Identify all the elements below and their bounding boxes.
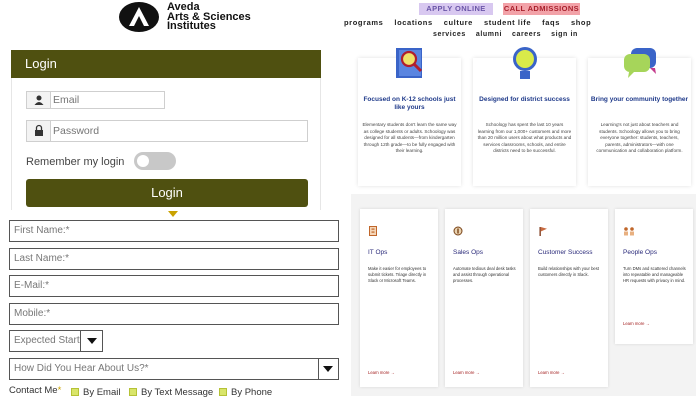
contact-me-label: Contact Me* bbox=[9, 385, 61, 396]
ops-card-people: People Ops Turn DMs and scattered channe… bbox=[615, 209, 693, 344]
apply-online-button[interactable]: APPLY ONLINE bbox=[419, 3, 493, 15]
login-body: Remember my login Login bbox=[11, 78, 321, 210]
ops-link-customer[interactable]: Learn more → bbox=[538, 370, 565, 375]
login-button[interactable]: Login bbox=[26, 179, 308, 207]
remember-toggle[interactable] bbox=[134, 152, 176, 170]
login-title: Login bbox=[11, 50, 321, 78]
secondary-nav: services alumni careers sign in bbox=[433, 31, 578, 38]
ops-title-people: People Ops bbox=[623, 249, 657, 256]
nav-services[interactable]: services bbox=[433, 31, 466, 38]
expected-start-select[interactable]: Expected Start Y bbox=[9, 330, 103, 352]
contact-me-text: Contact Me bbox=[9, 385, 58, 396]
chat-bubbles-icon bbox=[622, 46, 658, 85]
feature-card-k12: Focused on K-12 schools just like yours … bbox=[358, 48, 461, 186]
feature-body-district: Schoology has spent the last 10 years le… bbox=[477, 122, 572, 153]
nav-alumni[interactable]: alumni bbox=[476, 31, 502, 38]
contact-email-label: By Email bbox=[83, 387, 121, 398]
nav-programs[interactable]: programs bbox=[344, 18, 383, 27]
hear-about-arrow bbox=[318, 359, 338, 379]
magnifier-on-book-icon bbox=[393, 46, 427, 85]
ops-card-it: IT Ops Make it easier for employees to s… bbox=[360, 209, 438, 387]
nav-careers[interactable]: careers bbox=[512, 31, 541, 38]
caret-down-icon bbox=[168, 211, 178, 217]
brand-name[interactable]: Aveda Arts & Sciences Institutes bbox=[167, 2, 251, 32]
password-input[interactable] bbox=[53, 122, 303, 140]
call-admissions-button[interactable]: CALL ADMISSIONS bbox=[503, 3, 580, 15]
user-icon bbox=[27, 92, 51, 108]
primary-nav: programs locations culture student life … bbox=[344, 18, 591, 27]
nav-faqs[interactable]: faqs bbox=[542, 18, 560, 27]
remember-label: Remember my login bbox=[26, 156, 125, 168]
required-star: * bbox=[57, 385, 62, 396]
ops-body-sales: Automate tedious deal desk tasks and ass… bbox=[453, 266, 516, 283]
ops-body-it: Make it easier for employees to submit t… bbox=[368, 266, 427, 283]
hear-about-value: How Did You Hear About Us?* bbox=[14, 363, 149, 374]
chevron-down-icon bbox=[87, 338, 97, 344]
email-address-field[interactable]: E-Mail:* bbox=[9, 275, 339, 297]
contact-text-label: By Text Message bbox=[141, 387, 214, 398]
nav-sign-in[interactable]: sign in bbox=[551, 31, 578, 38]
first-name-field[interactable]: First Name:* bbox=[9, 220, 339, 242]
nav-shop[interactable]: shop bbox=[571, 18, 591, 27]
ops-link-sales[interactable]: Learn more → bbox=[453, 370, 480, 375]
ops-link-people[interactable]: Learn more → bbox=[623, 321, 650, 326]
feature-title-k12: Focused on K-12 schools just like yours bbox=[363, 96, 456, 111]
ops-body-customer: Build relationships with your best custo… bbox=[538, 266, 599, 277]
contact-phone-checkbox[interactable] bbox=[219, 388, 227, 396]
aveda-logo-icon[interactable] bbox=[119, 2, 159, 32]
people-icon bbox=[623, 223, 634, 236]
ops-card-customer: Customer Success Build relationships wit… bbox=[530, 209, 608, 387]
ops-title-it: IT Ops bbox=[368, 249, 388, 256]
email-field[interactable] bbox=[26, 91, 165, 109]
email-input[interactable] bbox=[53, 92, 163, 108]
expected-start-arrow bbox=[80, 331, 102, 351]
nav-locations[interactable]: locations bbox=[394, 18, 432, 27]
ops-link-it[interactable]: Learn more → bbox=[368, 370, 395, 375]
feature-title-district: Designed for district success bbox=[479, 96, 570, 103]
contact-email-checkbox[interactable] bbox=[71, 388, 79, 396]
feature-card-district: Designed for district success Schoology … bbox=[473, 47, 576, 186]
password-field[interactable] bbox=[26, 120, 308, 142]
brand-line-3: Institutes bbox=[167, 20, 216, 32]
lock-icon bbox=[27, 121, 51, 141]
nav-culture[interactable]: culture bbox=[444, 18, 473, 27]
mobile-field[interactable]: Mobile:* bbox=[9, 303, 339, 325]
feature-body-k12: Elementary students don't learn the same… bbox=[362, 122, 457, 153]
toggle-knob bbox=[137, 155, 149, 167]
coin-icon bbox=[453, 223, 463, 236]
chevron-down-icon bbox=[323, 366, 333, 372]
login-panel: Login Remem bbox=[11, 50, 321, 210]
ops-body-people: Turn DMs and scattered channels into rep… bbox=[623, 266, 686, 283]
contact-phone-label: By Phone bbox=[231, 387, 273, 398]
feature-body-community: Learning's not just about teachers and s… bbox=[596, 122, 683, 153]
contact-text-checkbox[interactable] bbox=[129, 388, 137, 396]
ops-title-sales: Sales Ops bbox=[453, 249, 483, 256]
ops-title-customer: Customer Success bbox=[538, 249, 593, 256]
nav-student-life[interactable]: student life bbox=[484, 18, 531, 27]
ops-card-sales: Sales Ops Automate tedious deal desk tas… bbox=[445, 209, 523, 387]
feature-card-community: Bring your community together Learning's… bbox=[588, 48, 691, 186]
feature-title-community: Bring your community together bbox=[590, 96, 689, 103]
hear-about-select[interactable]: How Did You Hear About Us?* bbox=[9, 358, 339, 380]
last-name-field[interactable]: Last Name:* bbox=[9, 248, 339, 270]
lightbulb-icon bbox=[509, 46, 541, 87]
flag-icon bbox=[538, 223, 548, 236]
expected-start-value: Expected Start Y bbox=[14, 335, 80, 346]
building-icon bbox=[368, 223, 378, 236]
page-root: Aveda Arts & Sciences Institutes APPLY O… bbox=[0, 0, 700, 400]
